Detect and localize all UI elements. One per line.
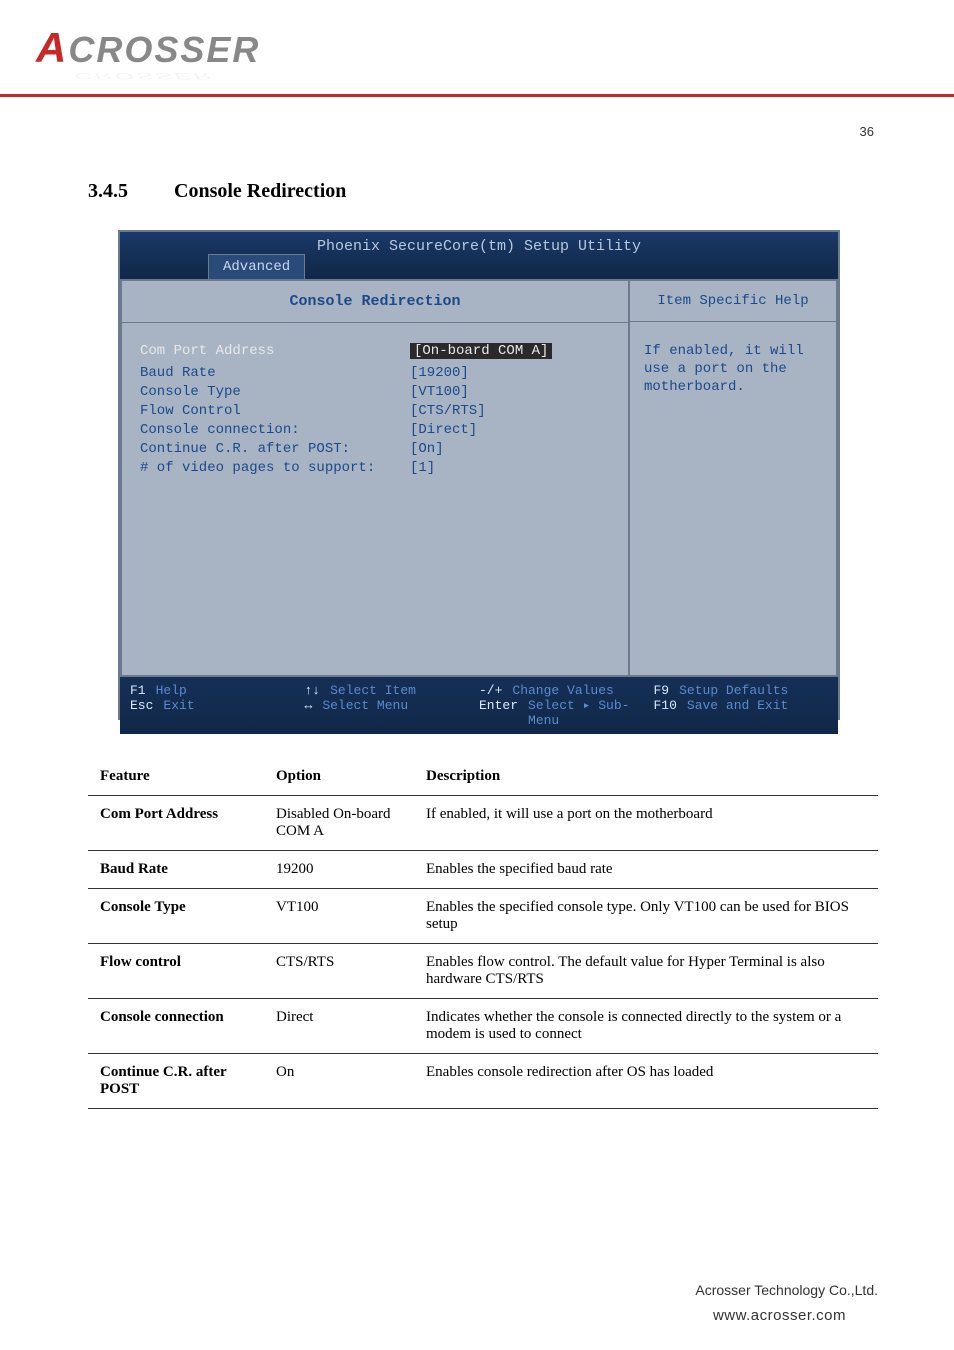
bios-footer-action: Select Menu bbox=[322, 698, 408, 728]
footer-company: Acrosser Technology Co.,Ltd. bbox=[695, 1282, 878, 1298]
logo: ACROSSER CROSSER bbox=[36, 24, 316, 74]
bios-footer-key: ↑↓ bbox=[305, 683, 321, 698]
table-cell-feature: Console connection bbox=[88, 999, 264, 1054]
logo-reflection: CROSSER bbox=[74, 70, 316, 81]
bios-footer-key: F10 bbox=[654, 698, 677, 728]
bios-footer-key: -/+ bbox=[479, 683, 502, 698]
table-cell-feature: Baud Rate bbox=[88, 851, 264, 889]
bios-item-value: [On-board COM A] bbox=[410, 343, 552, 359]
table-cell-option: Direct bbox=[264, 999, 414, 1054]
bios-item-value: [VT100] bbox=[410, 384, 469, 400]
bios-footer-action: Select Item bbox=[330, 683, 416, 698]
logo-letter-rest: CROSSER bbox=[68, 29, 260, 70]
table-row: Baud Rate19200Enables the specified baud… bbox=[88, 851, 878, 889]
bios-screenshot: Phoenix SecureCore(tm) Setup Utility Adv… bbox=[118, 230, 840, 720]
bios-footer-keys: F1 Help ↑↓ Select Item -/+ Change Values F9 Set… bbox=[120, 677, 838, 734]
bios-footer-item: F1 Help bbox=[130, 683, 305, 698]
bios-item-value: [Direct] bbox=[410, 422, 477, 438]
bios-footer-action: Change Values bbox=[512, 683, 613, 698]
table-cell-feature: Console Type bbox=[88, 889, 264, 944]
bios-item-row: Continue C.R. after POST:[On] bbox=[140, 441, 610, 457]
bios-footer-key: Esc bbox=[130, 698, 153, 728]
table-row: Console connectionDirectIndicates whethe… bbox=[88, 999, 878, 1054]
bios-footer-item: Esc Exit bbox=[130, 698, 305, 728]
bios-footer-key: F1 bbox=[130, 683, 146, 698]
feature-table: Feature Option Description Com Port Addr… bbox=[88, 758, 878, 1109]
bios-footer-action: Select ▸ Sub-Menu bbox=[528, 698, 653, 728]
table-cell-feature: Com Port Address bbox=[88, 796, 264, 851]
bios-footer-key: ↔ bbox=[305, 698, 313, 728]
bios-item-row: Flow Control[CTS/RTS] bbox=[140, 403, 610, 419]
page-number: 36 bbox=[860, 124, 874, 139]
bios-item-label: # of video pages to support: bbox=[140, 460, 410, 476]
table-header-option: Option bbox=[264, 758, 414, 796]
header-divider bbox=[0, 94, 954, 97]
table-cell-option: CTS/RTS bbox=[264, 944, 414, 999]
bios-item-value: [On] bbox=[410, 441, 444, 457]
bios-panel-title: Console Redirection bbox=[122, 281, 628, 323]
bios-footer-key: Enter bbox=[479, 698, 518, 728]
table-header-feature: Feature bbox=[88, 758, 264, 796]
table-row: Flow controlCTS/RTSEnables flow control.… bbox=[88, 944, 878, 999]
table-cell-option: 19200 bbox=[264, 851, 414, 889]
bios-footer-item: Enter Select ▸ Sub-Menu bbox=[479, 698, 654, 728]
bios-item-row: # of video pages to support:[1] bbox=[140, 460, 610, 476]
bios-footer-item: ↑↓ Select Item bbox=[305, 683, 480, 698]
bios-item-label: Console connection: bbox=[140, 422, 410, 438]
table-cell-feature: Continue C.R. after POST bbox=[88, 1054, 264, 1109]
bios-footer-key: F9 bbox=[654, 683, 670, 698]
bios-item-label: Baud Rate bbox=[140, 365, 410, 381]
section-number: 3.4.5 bbox=[88, 180, 128, 203]
bios-item-label: Flow Control bbox=[140, 403, 410, 419]
bios-tab-bar: Advanced bbox=[120, 257, 838, 279]
bios-item-label: Continue C.R. after POST: bbox=[140, 441, 410, 457]
bios-item-label: Console Type bbox=[140, 384, 410, 400]
bios-tab-advanced: Advanced bbox=[208, 254, 305, 279]
table-cell-option: VT100 bbox=[264, 889, 414, 944]
table-cell-option: On bbox=[264, 1054, 414, 1109]
table-cell-description: Indicates whether the console is connect… bbox=[414, 999, 878, 1054]
bios-item-label: Com Port Address bbox=[140, 343, 410, 359]
table-cell-description: If enabled, it will use a port on the mo… bbox=[414, 796, 878, 851]
table-cell-description: Enables the specified baud rate bbox=[414, 851, 878, 889]
section-title: Console Redirection bbox=[174, 180, 346, 203]
bios-footer-action: Help bbox=[156, 683, 187, 698]
table-cell-description: Enables flow control. The default value … bbox=[414, 944, 878, 999]
bios-footer-action: Exit bbox=[163, 698, 194, 728]
bios-footer-item: F9 Setup Defaults bbox=[654, 683, 829, 698]
table-header-row: Feature Option Description bbox=[88, 758, 878, 796]
table-row: Com Port AddressDisabled On-board COM AI… bbox=[88, 796, 878, 851]
table-cell-description: Enables the specified console type. Only… bbox=[414, 889, 878, 944]
table-header-description: Description bbox=[414, 758, 878, 796]
table-cell-option: Disabled On-board COM A bbox=[264, 796, 414, 851]
bios-item-row: Baud Rate[19200] bbox=[140, 365, 610, 381]
table-row: Continue C.R. after POSTOnEnables consol… bbox=[88, 1054, 878, 1109]
footer-url: www.acrosser.com bbox=[713, 1307, 846, 1324]
bios-left-panel: Console Redirection Com Port Address[On-… bbox=[120, 279, 628, 677]
bios-footer-action: Setup Defaults bbox=[679, 683, 788, 698]
bios-item-value: [19200] bbox=[410, 365, 469, 381]
bios-item-row: Com Port Address[On-board COM A] bbox=[140, 343, 610, 359]
table-row: Console TypeVT100Enables the specified c… bbox=[88, 889, 878, 944]
bios-item-value: [1] bbox=[410, 460, 435, 476]
bios-help-panel: Item Specific Help If enabled, it will u… bbox=[628, 279, 838, 677]
bios-item-row: Console Type[VT100] bbox=[140, 384, 610, 400]
logo-letter-a: A bbox=[36, 24, 68, 71]
table-cell-feature: Flow control bbox=[88, 944, 264, 999]
bios-help-title: Item Specific Help bbox=[630, 281, 836, 322]
bios-footer-item: ↔ Select Menu bbox=[305, 698, 480, 728]
bios-help-text: If enabled, it will use a port on the mo… bbox=[630, 322, 836, 417]
bios-item-list: Com Port Address[On-board COM A]Baud Rat… bbox=[122, 323, 628, 499]
bios-item-value: [CTS/RTS] bbox=[410, 403, 486, 419]
bios-footer-item: F10 Save and Exit bbox=[654, 698, 829, 728]
table-cell-description: Enables console redirection after OS has… bbox=[414, 1054, 878, 1109]
bios-footer-item: -/+ Change Values bbox=[479, 683, 654, 698]
bios-footer-action: Save and Exit bbox=[687, 698, 788, 728]
bios-item-row: Console connection:[Direct] bbox=[140, 422, 610, 438]
